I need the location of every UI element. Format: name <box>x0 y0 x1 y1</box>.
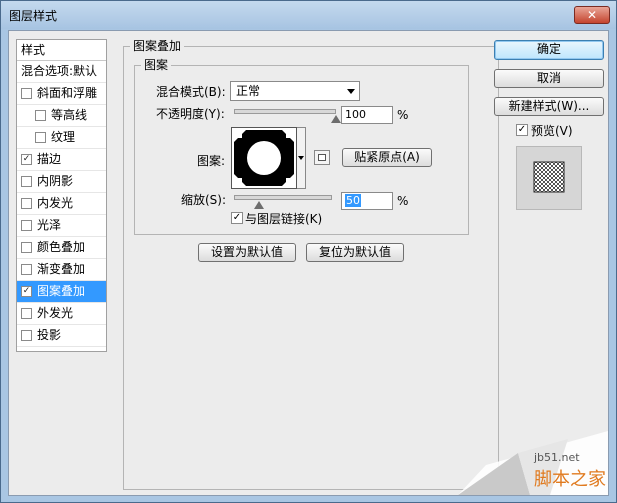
style-list-item-label: 纹理 <box>51 130 76 144</box>
style-checkbox[interactable]: ✓ <box>21 154 32 165</box>
chevron-down-icon <box>298 156 304 160</box>
style-checkbox[interactable] <box>21 264 32 275</box>
scale-unit: % <box>397 194 409 208</box>
style-list-item[interactable]: 渐变叠加 <box>17 259 106 281</box>
scale-value: 50 <box>345 194 361 207</box>
style-list-item-label: 光泽 <box>37 218 62 232</box>
preview-label: 预览(V) <box>531 124 573 138</box>
blend-mode-select[interactable]: 正常 <box>230 81 360 101</box>
style-list-item[interactable]: 等高线 <box>17 105 106 127</box>
style-checkbox[interactable] <box>21 330 32 341</box>
pattern-label: 图案: <box>197 154 226 168</box>
style-list-item-label: 描边 <box>37 152 62 166</box>
opacity-label: 不透明度(Y): <box>156 107 225 121</box>
style-list-item-label: 等高线 <box>51 108 88 122</box>
pattern-thumbnail-icon <box>232 128 296 188</box>
style-list: 样式 混合选项:默认斜面和浮雕等高线纹理 ✓ 描边内阴影内发光光泽颜色叠加渐变叠加 ✓… <box>16 39 107 352</box>
watermark-site: jb51.net <box>533 451 580 464</box>
close-icon: ✕ <box>586 8 598 22</box>
style-list-item-label: 内发光 <box>37 196 74 210</box>
style-list-item[interactable]: 内发光 <box>17 193 106 215</box>
set-default-button[interactable]: 设置为默认值 <box>198 243 296 262</box>
cancel-button[interactable]: 取消 <box>494 69 604 88</box>
style-checkbox[interactable] <box>21 176 32 187</box>
scale-label: 缩放(S): <box>181 193 227 207</box>
style-list-item[interactable]: ✓ 描边 <box>17 149 106 171</box>
style-checkbox[interactable] <box>21 198 32 209</box>
style-list-item[interactable]: 外发光 <box>17 303 106 325</box>
preview-box <box>516 146 582 210</box>
ok-button[interactable]: 确定 <box>494 40 604 60</box>
pattern-dropdown[interactable] <box>297 127 306 189</box>
new-preset-icon[interactable] <box>314 150 330 165</box>
style-checkbox[interactable] <box>21 242 32 253</box>
style-list-item[interactable]: ✓ 图案叠加 <box>17 281 106 303</box>
opacity-slider[interactable] <box>234 109 336 114</box>
style-list-item[interactable]: 光泽 <box>17 215 106 237</box>
opacity-input[interactable]: 100 <box>341 106 393 124</box>
style-list-item-label: 外发光 <box>37 306 74 320</box>
style-checkbox[interactable]: ✓ <box>21 286 32 297</box>
style-list-item[interactable]: 斜面和浮雕 <box>17 83 106 105</box>
pattern-subgroup-title: 图案 <box>141 58 172 72</box>
new-style-button[interactable]: 新建样式(W)... <box>494 97 604 116</box>
check-icon: ✓ <box>232 212 242 223</box>
check-icon: ✓ <box>517 124 527 135</box>
pattern-swatch[interactable] <box>231 127 297 189</box>
style-list-item-label: 渐变叠加 <box>37 262 86 276</box>
scale-input[interactable]: 50 <box>341 192 393 210</box>
opacity-slider-thumb[interactable] <box>331 115 341 123</box>
close-button[interactable]: ✕ <box>574 6 610 24</box>
style-list-item-label: 内阴影 <box>37 174 74 188</box>
dialog-window: 图层样式 ✕ 样式 混合选项:默认斜面和浮雕等高线纹理 ✓ 描边内阴影内发光光泽颜色… <box>0 0 617 503</box>
chevron-down-icon <box>347 89 355 94</box>
style-list-item-label: 图案叠加 <box>37 284 86 298</box>
snap-to-origin-button[interactable]: 贴紧原点(A) <box>342 148 432 167</box>
style-checkbox[interactable] <box>35 132 46 143</box>
style-checkbox[interactable] <box>21 308 32 319</box>
blend-mode-label: 混合模式(B): <box>156 85 226 99</box>
style-list-item-label: 投影 <box>37 328 62 342</box>
style-list-items: 混合选项:默认斜面和浮雕等高线纹理 ✓ 描边内阴影内发光光泽颜色叠加渐变叠加 ✓ 图案叠… <box>17 61 106 347</box>
window-title: 图层样式 <box>9 9 58 23</box>
style-list-item[interactable]: 混合选项:默认 <box>17 61 106 83</box>
preview-thumbnail-icon <box>533 161 565 193</box>
style-list-item[interactable]: 投影 <box>17 325 106 347</box>
opacity-unit: % <box>397 108 409 122</box>
dialog-body: 样式 混合选项:默认斜面和浮雕等高线纹理 ✓ 描边内阴影内发光光泽颜色叠加渐变叠加 ✓… <box>8 30 609 496</box>
watermark-logo: jb51.net 脚本之家 <box>458 431 608 495</box>
link-with-layer-label: 与图层链接(K) <box>245 212 323 226</box>
style-list-header[interactable]: 样式 <box>17 40 106 61</box>
pattern-overlay-title: 图案叠加 <box>130 39 185 53</box>
preview-checkbox[interactable]: ✓ <box>516 124 528 136</box>
scale-slider-thumb[interactable] <box>253 201 264 209</box>
style-list-item-label: 颜色叠加 <box>37 240 86 254</box>
style-checkbox[interactable] <box>21 88 32 99</box>
scale-slider[interactable] <box>234 195 332 200</box>
pattern-subgroup: 图案 混合模式(B): 正常 不透明度(Y): 100 % 图案: 贴紧原点(A… <box>134 58 469 235</box>
reset-default-button[interactable]: 复位为默认值 <box>306 243 404 262</box>
link-with-layer-checkbox[interactable]: ✓ <box>231 212 243 224</box>
style-list-item[interactable]: 内阴影 <box>17 171 106 193</box>
title-bar[interactable]: 图层样式 ✕ <box>1 1 616 29</box>
style-checkbox[interactable] <box>21 220 32 231</box>
style-list-item[interactable]: 纹理 <box>17 127 106 149</box>
blend-mode-value: 正常 <box>236 84 261 98</box>
pattern-overlay-group: 图案叠加 图案 混合模式(B): 正常 不透明度(Y): 100 % 图案: 贴… <box>123 39 499 490</box>
style-list-item[interactable]: 颜色叠加 <box>17 237 106 259</box>
watermark-brand: 脚本之家 <box>534 469 606 490</box>
style-checkbox[interactable] <box>35 110 46 121</box>
style-list-item-label: 混合选项:默认 <box>21 64 98 78</box>
style-list-item-label: 斜面和浮雕 <box>37 86 98 100</box>
